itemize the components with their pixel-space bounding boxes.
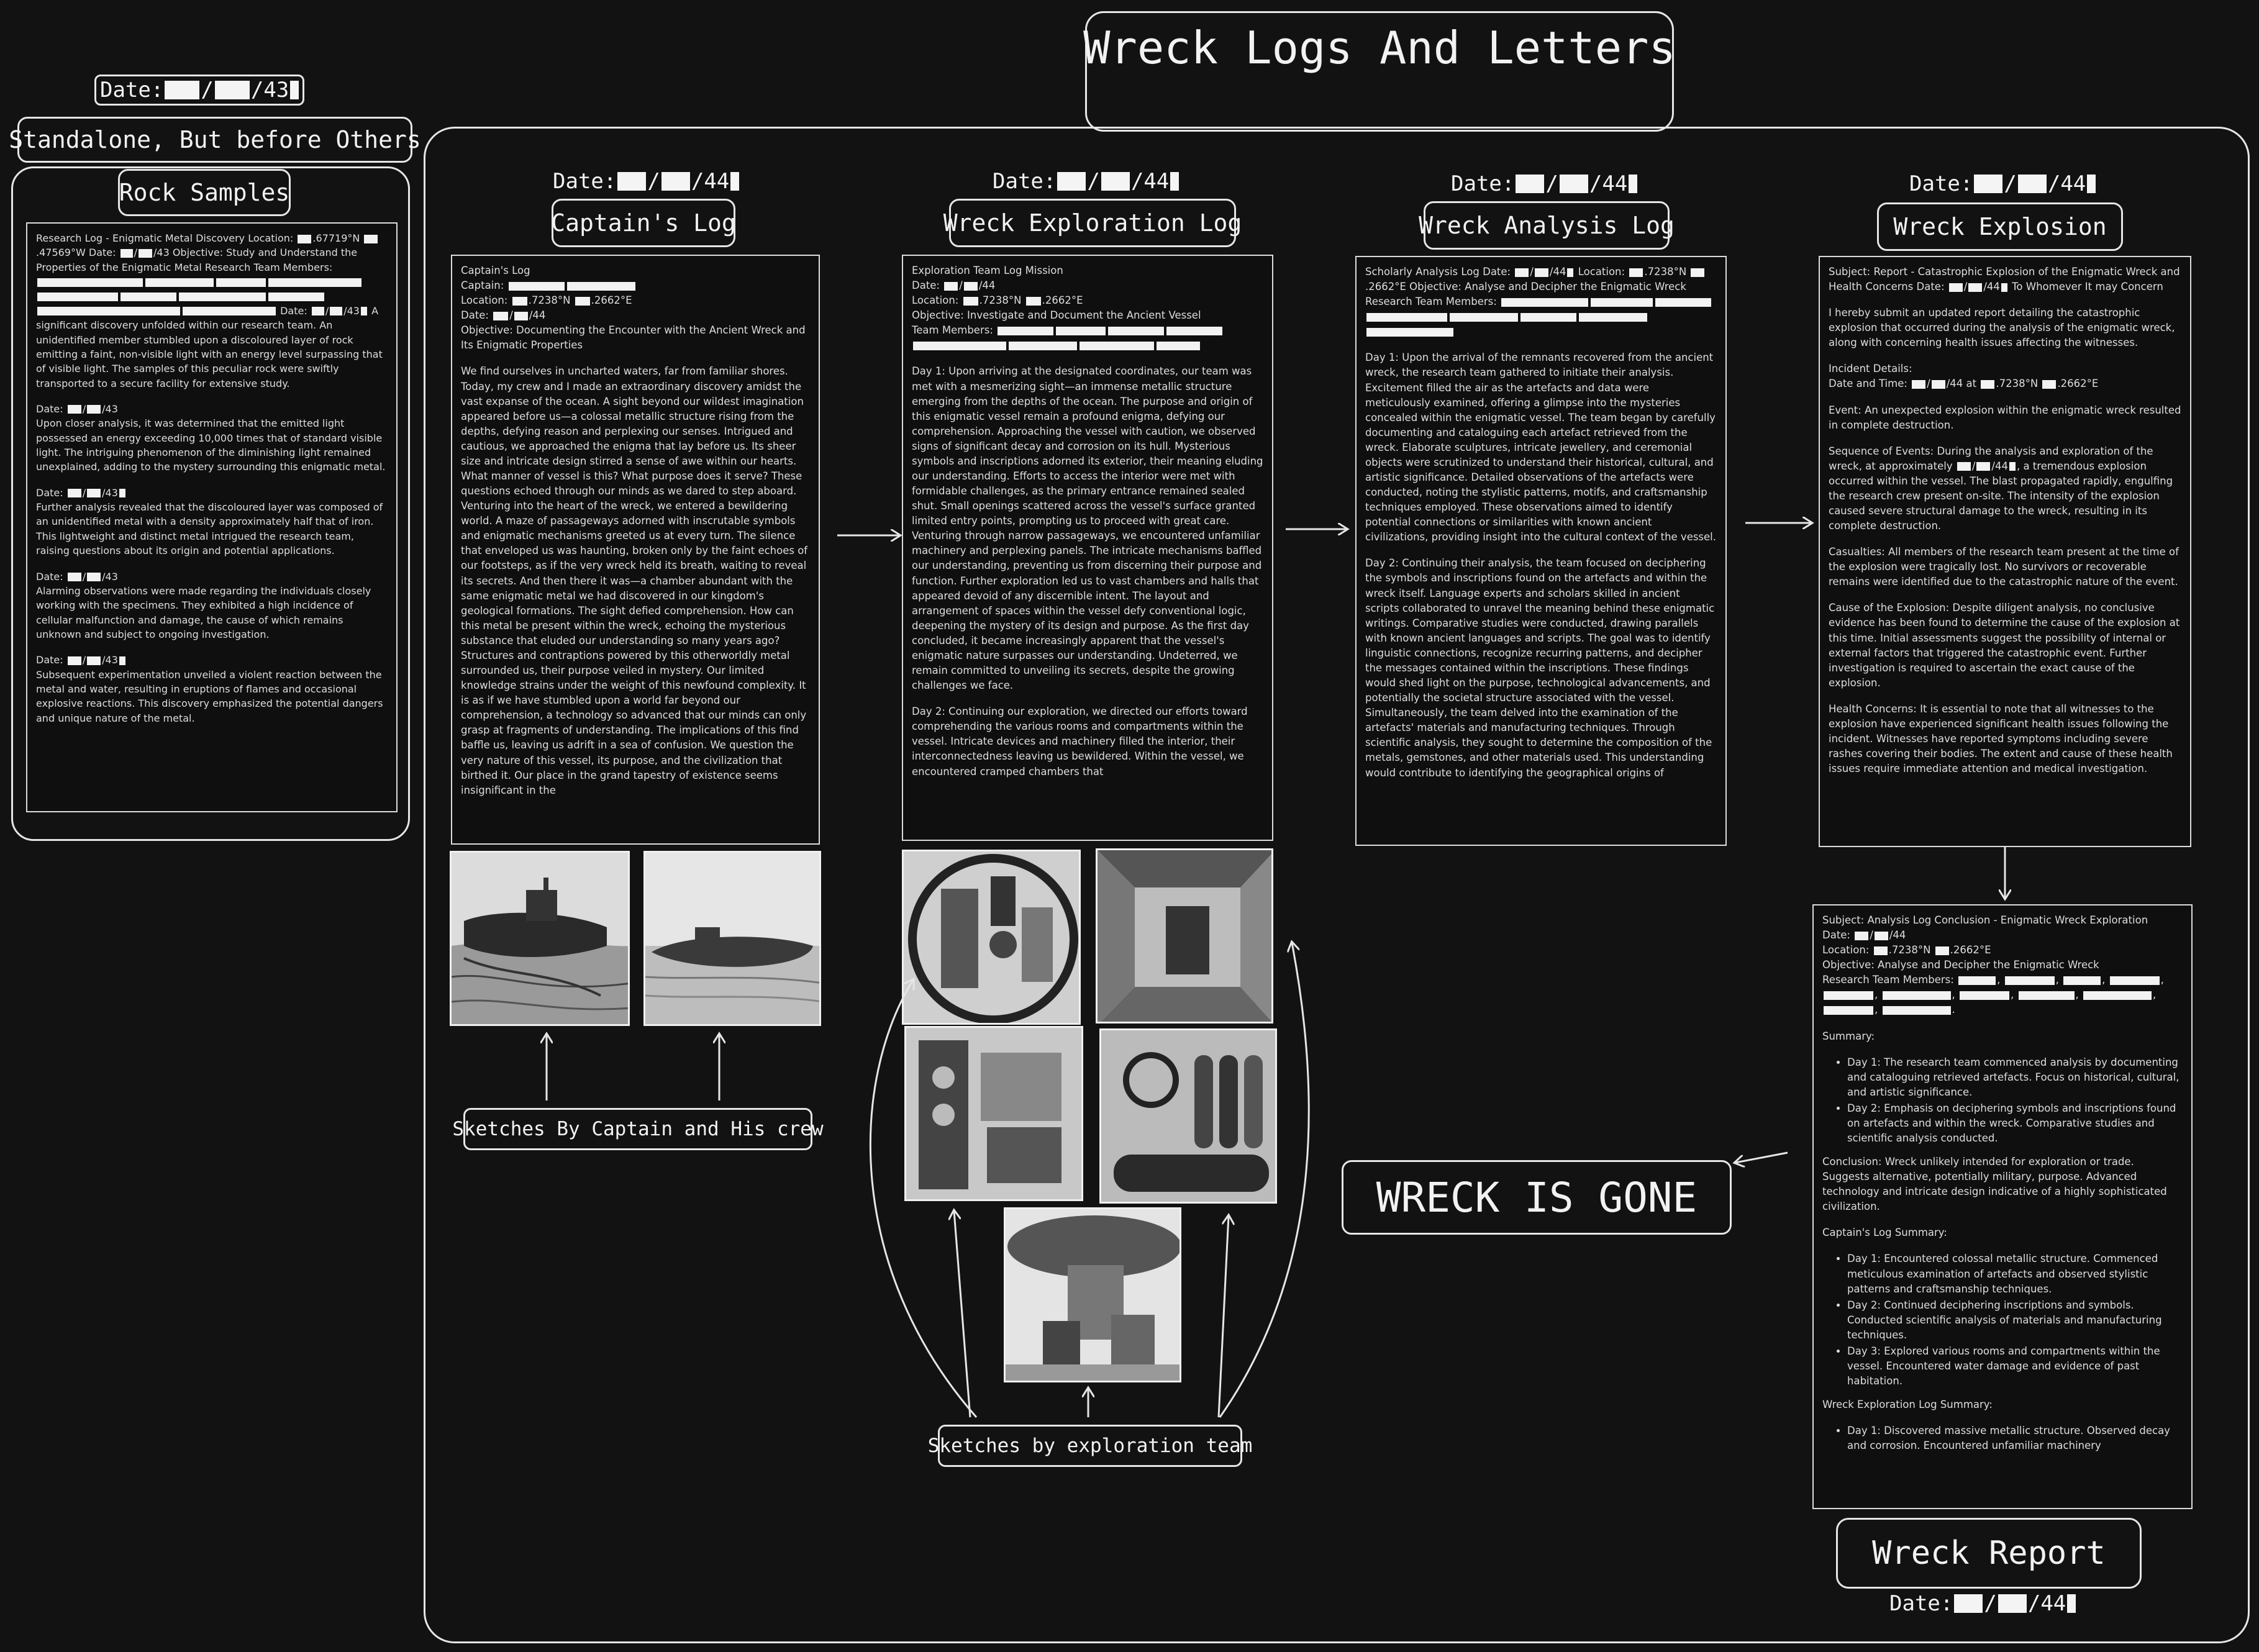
arrow-exploration-sketch-2 xyxy=(1219,943,1310,1418)
arrow-exploration-sketch-1 xyxy=(869,980,978,1418)
arrow-exploration-sketch-3 xyxy=(954,1211,971,1418)
arrow-exploration-sketch-4 xyxy=(1217,1216,1229,1418)
connector-arrows xyxy=(0,0,2259,1418)
arrow-report-to-gone xyxy=(1735,1151,1788,1163)
